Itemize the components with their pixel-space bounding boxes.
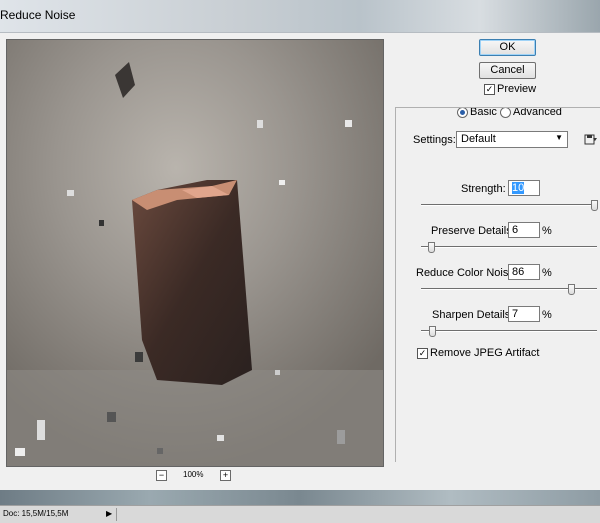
zoom-out-button[interactable]: − [156,470,167,481]
chevron-down-icon: ▼ [555,133,563,142]
preserve-details-label: Preserve Details: [431,225,515,237]
settings-dropdown[interactable]: Default ▼ [456,131,568,148]
color-noise-input[interactable]: 86 [508,264,540,280]
color-noise-slider-thumb[interactable] [568,284,576,295]
status-separator [116,508,117,521]
cancel-button[interactable]: Cancel [479,62,536,79]
status-bar: Doc: 15,5M/15,5M ▶ [0,505,600,523]
strength-input[interactable]: 10 [508,180,540,196]
preserve-details-input[interactable]: 6 [508,222,540,238]
preview-checkbox[interactable]: ✓ [484,84,495,95]
status-menu-arrow-icon[interactable]: ▶ [106,509,112,518]
save-settings-icon[interactable] [584,132,598,146]
sharpen-details-label: Sharpen Details: [432,309,514,321]
preserve-details-slider-track[interactable] [421,246,597,248]
preserve-details-slider-thumb[interactable] [427,242,435,253]
remove-jpeg-artifact-checkbox[interactable]: ✓ [417,348,428,359]
sharpen-details-slider-track[interactable] [421,330,597,332]
sharpen-details-slider-thumb[interactable] [429,326,437,337]
zoom-level: 100% [183,470,204,479]
remove-jpeg-artifact-label: Remove JPEG Artifact [430,347,540,359]
color-noise-unit: % [542,267,552,279]
strength-label: Strength: [461,183,506,195]
color-noise-label: Reduce Color Noise: [416,267,518,279]
strength-slider-thumb[interactable] [591,200,598,211]
strength-value: 10 [512,182,525,194]
workspace-background [0,490,600,505]
ok-button[interactable]: OK [479,39,536,56]
preview-photo [7,40,383,466]
preview-label: Preview [497,83,537,95]
zoom-in-button[interactable]: + [220,470,231,481]
settings-label: Settings: [413,134,456,146]
sharpen-unit: % [542,309,552,321]
settings-value: Default [461,133,496,145]
doc-size: Doc: 15,5M/15,5M [3,509,69,518]
window-title: Reduce Noise [0,8,76,22]
title-bar: Reduce Noise [0,0,600,32]
sharpen-details-input[interactable]: 7 [508,306,540,322]
zoom-controls: − 100% + [156,470,236,484]
strength-slider-track[interactable] [421,204,597,206]
preserve-unit: % [542,225,552,237]
preview-image[interactable] [6,39,384,467]
settings-group: Settings: Default ▼ Strength: 10 Preserv… [395,107,600,462]
